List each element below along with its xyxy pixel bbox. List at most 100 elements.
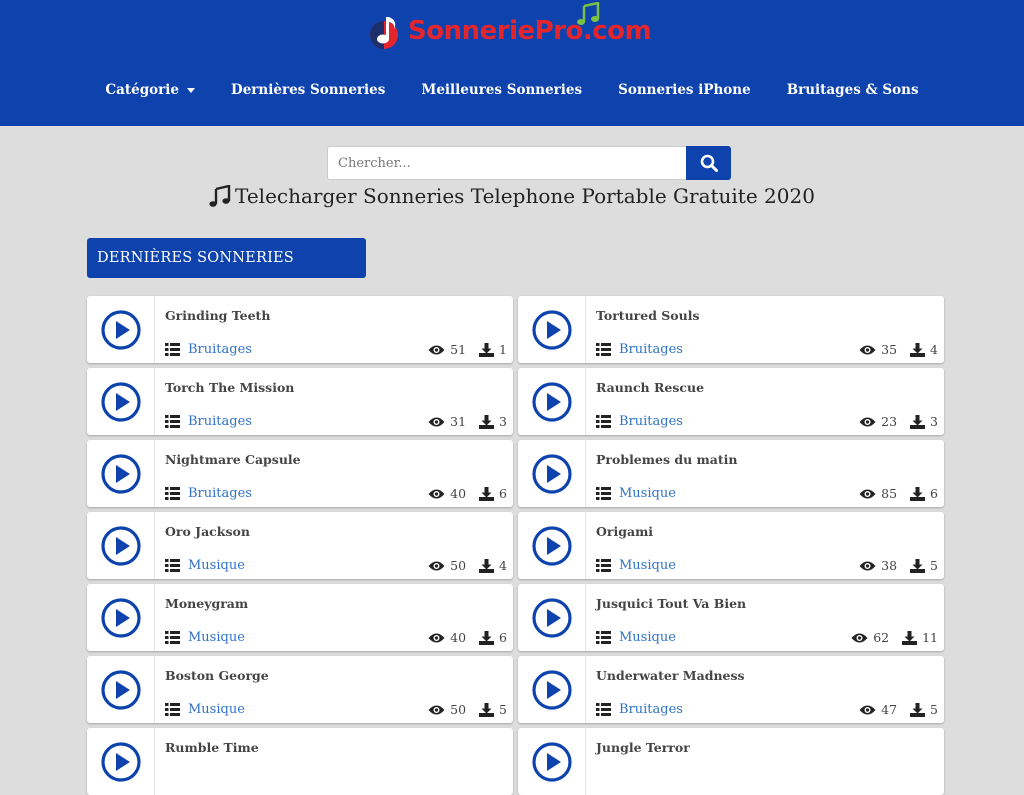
views-count: 38: [881, 558, 898, 573]
ringtone-title[interactable]: Moneygram: [165, 596, 503, 611]
ringtone-category[interactable]: Bruitages: [596, 702, 683, 717]
search-button[interactable]: [686, 146, 731, 180]
list-icon: [596, 559, 611, 572]
ringtone-category[interactable]: Musique: [165, 702, 245, 717]
ringtone-title[interactable]: Jusquici Tout Va Bien: [596, 596, 934, 611]
download-icon: [910, 702, 926, 717]
downloads-stat: 4: [910, 342, 938, 357]
section-title: DERNIÈRES SONNERIES: [87, 238, 366, 278]
main-nav: Catégorie Dernières Sonneries Meilleures…: [0, 78, 1024, 102]
ringtone-card[interactable]: Raunch Rescue Bruitages 23 3: [518, 368, 944, 435]
ringtone-info: Nightmare Capsule Bruitages 40 6: [155, 440, 513, 507]
play-icon: [531, 741, 573, 783]
ringtone-category[interactable]: Musique: [596, 486, 676, 501]
ringtone-card[interactable]: Rumble Time: [87, 728, 513, 795]
play-button[interactable]: [518, 584, 586, 651]
ringtone-card[interactable]: Underwater Madness Bruitages 47 5: [518, 656, 944, 723]
ringtone-stats: 85 6: [859, 486, 938, 501]
downloads-count: 6: [499, 630, 507, 645]
list-icon: [165, 487, 180, 500]
ringtone-card[interactable]: Jungle Terror: [518, 728, 944, 795]
ringtone-category[interactable]: Bruitages: [165, 486, 252, 501]
ringtone-card[interactable]: Grinding Teeth Bruitages 51 1: [87, 296, 513, 363]
play-icon: [531, 597, 573, 639]
downloads-stat: 11: [902, 630, 938, 645]
ringtone-title[interactable]: Tortured Souls: [596, 308, 934, 323]
play-icon: [100, 453, 142, 495]
play-button[interactable]: [87, 728, 155, 795]
downloads-stat: 3: [479, 414, 507, 429]
download-icon: [479, 342, 495, 357]
play-button[interactable]: [87, 512, 155, 579]
list-icon: [596, 631, 611, 644]
play-button[interactable]: [518, 440, 586, 507]
eye-icon: [859, 344, 876, 356]
site-logo[interactable]: SonneriePro.com: [368, 1, 652, 56]
ringtone-category[interactable]: Bruitages: [165, 342, 252, 357]
download-icon: [479, 702, 495, 717]
download-icon: [479, 414, 495, 429]
ringtone-meta: Bruitages 23 3: [596, 414, 938, 429]
ringtone-title[interactable]: Torch The Mission: [165, 380, 503, 395]
search-input[interactable]: [327, 146, 686, 180]
ringtone-title[interactable]: Nightmare Capsule: [165, 452, 503, 467]
play-button[interactable]: [518, 296, 586, 363]
ringtone-category[interactable]: Musique: [596, 558, 676, 573]
ringtone-card[interactable]: Moneygram Musique 40 6: [87, 584, 513, 651]
ringtone-category[interactable]: Musique: [596, 630, 676, 645]
eye-icon: [859, 560, 876, 572]
ringtone-info: Rumble Time: [155, 728, 513, 795]
ringtone-category[interactable]: Bruitages: [596, 414, 683, 429]
ringtone-title[interactable]: Origami: [596, 524, 934, 539]
play-icon: [531, 309, 573, 351]
nav-meilleures-sonneries[interactable]: Meilleures Sonneries: [403, 78, 600, 102]
views-count: 85: [881, 486, 898, 501]
ringtone-title[interactable]: Underwater Madness: [596, 668, 934, 683]
ringtone-card[interactable]: Problemes du matin Musique 85 6: [518, 440, 944, 507]
nav-categorie[interactable]: Catégorie: [87, 78, 213, 102]
ringtone-card[interactable]: Boston George Musique 50 5: [87, 656, 513, 723]
play-button[interactable]: [87, 296, 155, 363]
ringtone-category[interactable]: Musique: [165, 558, 245, 573]
downloads-count: 4: [499, 558, 507, 573]
views-stat: 31: [428, 414, 466, 429]
ringtone-card[interactable]: Origami Musique 38 5: [518, 512, 944, 579]
ringtone-title[interactable]: Grinding Teeth: [165, 308, 503, 323]
ringtone-card[interactable]: Jusquici Tout Va Bien Musique 62 11: [518, 584, 944, 651]
play-button[interactable]: [87, 656, 155, 723]
ringtone-category[interactable]: Bruitages: [165, 414, 252, 429]
play-button[interactable]: [518, 368, 586, 435]
ringtone-title[interactable]: Problemes du matin: [596, 452, 934, 467]
play-icon: [100, 309, 142, 351]
ringtone-title[interactable]: Boston George: [165, 668, 503, 683]
play-button[interactable]: [87, 368, 155, 435]
list-icon: [596, 415, 611, 428]
play-button[interactable]: [518, 656, 586, 723]
eye-icon: [851, 632, 868, 644]
ringtone-card[interactable]: Nightmare Capsule Bruitages 40 6: [87, 440, 513, 507]
play-button[interactable]: [518, 512, 586, 579]
ringtone-title[interactable]: Oro Jackson: [165, 524, 503, 539]
ringtone-card[interactable]: Tortured Souls Bruitages 35 4: [518, 296, 944, 363]
ringtone-card[interactable]: Oro Jackson Musique 50 4: [87, 512, 513, 579]
ringtone-stats: 23 3: [859, 414, 938, 429]
views-count: 51: [450, 342, 467, 357]
nav-dernieres-sonneries[interactable]: Dernières Sonneries: [213, 78, 403, 102]
search-form: [327, 146, 731, 180]
play-button[interactable]: [87, 440, 155, 507]
ringtone-title[interactable]: Rumble Time: [165, 740, 503, 755]
ringtone-title[interactable]: Jungle Terror: [596, 740, 934, 755]
nav-bruitages-sons[interactable]: Bruitages & Sons: [769, 78, 937, 102]
nav-sonneries-iphone[interactable]: Sonneries iPhone: [600, 78, 769, 102]
play-button[interactable]: [518, 728, 586, 795]
play-button[interactable]: [87, 584, 155, 651]
views-stat: 47: [859, 702, 897, 717]
ringtone-card[interactable]: Torch The Mission Bruitages 31 3: [87, 368, 513, 435]
ringtone-meta: Musique 62 11: [596, 630, 938, 645]
ringtone-title[interactable]: Raunch Rescue: [596, 380, 934, 395]
views-stat: 85: [859, 486, 897, 501]
downloads-count: 5: [930, 558, 938, 573]
search-icon: [700, 154, 718, 172]
ringtone-category[interactable]: Musique: [165, 630, 245, 645]
ringtone-category[interactable]: Bruitages: [596, 342, 683, 357]
